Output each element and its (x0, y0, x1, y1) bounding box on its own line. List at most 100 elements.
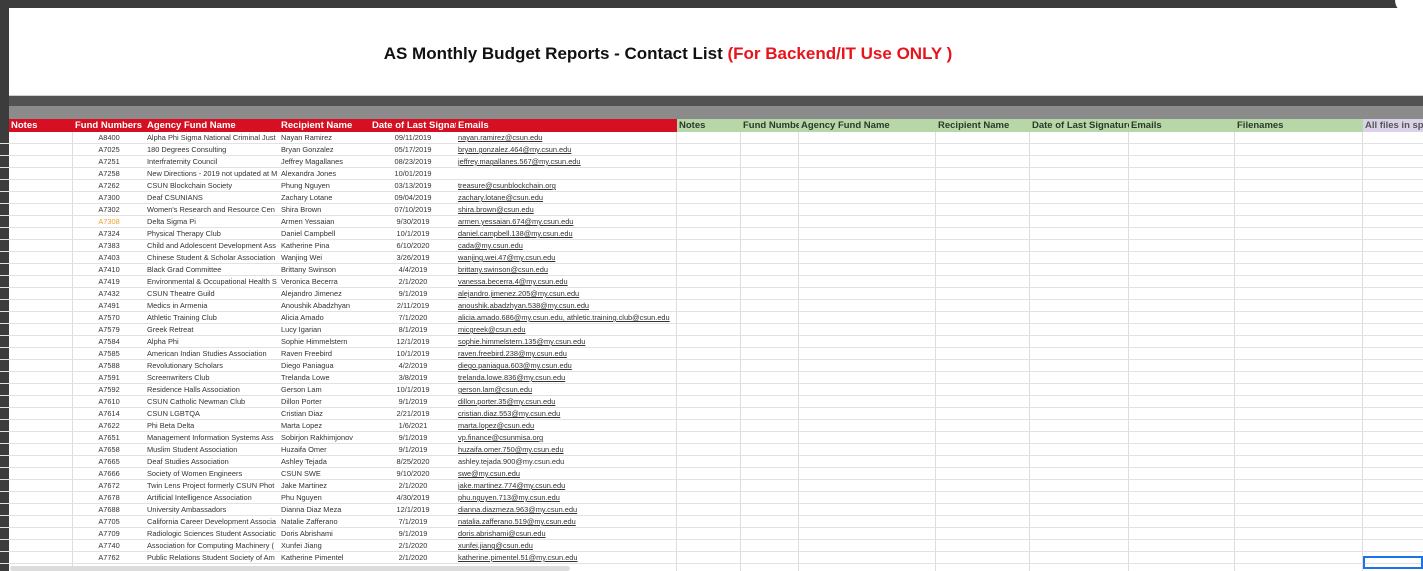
cell-date-last-signature[interactable]: 9/1/2019 (370, 444, 456, 456)
header-date-last-signature[interactable]: Date of Last Signature (370, 119, 456, 132)
cell-agency-fund-name[interactable]: California Career Development Associa (145, 516, 279, 528)
cell-agency-fund-name[interactable]: CSUN Catholic Newman Club (145, 396, 279, 408)
cell-notes[interactable] (9, 408, 72, 420)
cell-recipient-name[interactable]: Marta Lopez (279, 420, 370, 432)
cell-email[interactable]: shira.brown@csun.edu (456, 204, 677, 216)
cell-notes[interactable] (9, 168, 72, 180)
cell-agency-fund-name[interactable]: Deaf Studies Association (145, 456, 279, 468)
cell-email[interactable]: raven.freebird.238@my.csun.edu (456, 348, 677, 360)
cell-notes[interactable] (9, 300, 72, 312)
cell-date-last-signature[interactable]: 9/10/2020 (370, 468, 456, 480)
cell-fund-number[interactable]: A7678 (73, 492, 145, 504)
cell-agency-fund-name[interactable]: CSUN LGBTQA (145, 408, 279, 420)
cell-fund-number[interactable]: A8400 (73, 132, 145, 144)
cell-fund-number[interactable]: A7432 (73, 288, 145, 300)
cell-notes[interactable] (9, 288, 72, 300)
cell-agency-fund-name[interactable]: Deaf CSUNIANS (145, 192, 279, 204)
cell-notes[interactable] (9, 540, 72, 552)
cell-notes[interactable] (9, 480, 72, 492)
header-agency-fund-name[interactable]: Agency Fund Name (145, 119, 279, 132)
cell-date-last-signature[interactable]: 08/23/2019 (370, 156, 456, 168)
cell-email[interactable]: diego.paniagua.603@my.csun.edu (456, 360, 677, 372)
cell-agency-fund-name[interactable]: University Ambassadors (145, 504, 279, 516)
cell-fund-number[interactable]: A7491 (73, 300, 145, 312)
cell-notes[interactable] (9, 252, 72, 264)
cell-date-last-signature[interactable]: 7/1/2019 (370, 516, 456, 528)
cell-recipient-name[interactable]: Trelanda Lowe (279, 372, 370, 384)
cell-recipient-name[interactable]: Xunfei Jiang (279, 540, 370, 552)
cell-notes[interactable] (9, 360, 72, 372)
header-all-files[interactable]: All files in sp (1363, 119, 1423, 132)
cell-date-last-signature[interactable]: 3/26/2019 (370, 252, 456, 264)
cell-recipient-name[interactable]: Veronica Becerra (279, 276, 370, 288)
cell-notes[interactable] (9, 324, 72, 336)
cell-agency-fund-name[interactable]: Athletic Training Club (145, 312, 279, 324)
cell-recipient-name[interactable]: Natalie Zafferano (279, 516, 370, 528)
cell-agency-fund-name[interactable]: Artificial Intelligence Association (145, 492, 279, 504)
header-emails[interactable]: Emails (456, 119, 677, 132)
cell-notes[interactable] (9, 264, 72, 276)
cell-notes[interactable] (9, 348, 72, 360)
cell-fund-number[interactable]: A7614 (73, 408, 145, 420)
cell-email[interactable]: jeffrey.magallanes.567@my.csun.edu (456, 156, 677, 168)
cell-email[interactable]: anoushik.abadzhyan.538@my.csun.edu (456, 300, 677, 312)
cell-recipient-name[interactable]: Phu Nguyen (279, 492, 370, 504)
cell-email[interactable]: bryan.gonzalez.464@my.csun.edu (456, 144, 677, 156)
cell-agency-fund-name[interactable]: Alpha Phi Sigma National Criminal Just (145, 132, 279, 144)
cell-date-last-signature[interactable]: 9/30/2019 (370, 216, 456, 228)
cell-date-last-signature[interactable]: 4/4/2019 (370, 264, 456, 276)
cell-fund-number[interactable]: A7025 (73, 144, 145, 156)
cell-agency-fund-name[interactable]: Residence Halls Association (145, 384, 279, 396)
cell-recipient-name[interactable]: Gerson Lam (279, 384, 370, 396)
cell-fund-number[interactable]: A7592 (73, 384, 145, 396)
cell-email[interactable]: wanjing.wei.47@my.csun.edu (456, 252, 677, 264)
cell-agency-fund-name[interactable]: Twin Lens Project formerly CSUN Phot (145, 480, 279, 492)
cell-date-last-signature[interactable]: 2/1/2020 (370, 276, 456, 288)
cell-fund-number[interactable]: A7651 (73, 432, 145, 444)
cell-recipient-name[interactable]: Bryan Gonzalez (279, 144, 370, 156)
horizontal-scrollbar[interactable] (10, 566, 570, 571)
cell-email[interactable]: vanessa.becerra.4@my.csun.edu (456, 276, 677, 288)
cell-recipient-name[interactable]: Jake Martinez (279, 480, 370, 492)
cell-date-last-signature[interactable]: 6/10/2020 (370, 240, 456, 252)
cell-fund-number[interactable]: A7579 (73, 324, 145, 336)
cell-agency-fund-name[interactable]: Radiologic Sciences Student Associatic (145, 528, 279, 540)
cell-fund-number[interactable]: A7403 (73, 252, 145, 264)
cell-notes[interactable] (9, 504, 72, 516)
cell-fund-number[interactable]: A7262 (73, 180, 145, 192)
cell-notes[interactable] (9, 156, 72, 168)
cell-agency-fund-name[interactable]: Black Grad Committee (145, 264, 279, 276)
cell-recipient-name[interactable]: Phung Nguyen (279, 180, 370, 192)
cell-agency-fund-name[interactable]: 180 Degrees Consulting (145, 144, 279, 156)
cell-recipient-name[interactable]: Jeffrey Magallanes (279, 156, 370, 168)
cell-date-last-signature[interactable]: 09/11/2019 (370, 132, 456, 144)
cell-agency-fund-name[interactable]: American Indian Studies Association (145, 348, 279, 360)
header-date-last-signature-2[interactable]: Date of Last Signature (1030, 119, 1129, 132)
cell-agency-fund-name[interactable]: CSUN Blockchain Society (145, 180, 279, 192)
cell-date-last-signature[interactable]: 4/30/2019 (370, 492, 456, 504)
cell-recipient-name[interactable]: Raven Freebird (279, 348, 370, 360)
cell-fund-number[interactable]: A7762 (73, 552, 145, 564)
cell-date-last-signature[interactable]: 2/1/2020 (370, 480, 456, 492)
cell-fund-number[interactable]: A7302 (73, 204, 145, 216)
header-emails-2[interactable]: Emails (1129, 119, 1235, 132)
cell-recipient-name[interactable]: Ashley Tejada (279, 456, 370, 468)
cell-date-last-signature[interactable]: 12/1/2019 (370, 336, 456, 348)
cell-recipient-name[interactable]: Dianna Diaz Meza (279, 504, 370, 516)
cell-fund-number[interactable]: A7585 (73, 348, 145, 360)
cell-email[interactable]: sophie.himmelstern.135@my.csun.edu (456, 336, 677, 348)
cell-recipient-name[interactable]: Huzaifa Omer (279, 444, 370, 456)
cell-date-last-signature[interactable]: 2/1/2020 (370, 552, 456, 564)
cell-recipient-name[interactable]: Katherine Pimentel (279, 552, 370, 564)
cell-email[interactable]: huzaifa.omer.750@my.csun.edu (456, 444, 677, 456)
header-agency-fund-name-2[interactable]: Agency Fund Name (799, 119, 936, 132)
cell-recipient-name[interactable]: Sophie Himmelstern (279, 336, 370, 348)
cell-notes[interactable] (9, 192, 72, 204)
cell-email[interactable]: katherine.pimentel.51@my.csun.edu (456, 552, 677, 564)
cell-notes[interactable] (9, 132, 72, 144)
cell-email[interactable]: armen.yessaian.674@my.csun.edu (456, 216, 677, 228)
cell-notes[interactable] (9, 552, 72, 564)
cell-fund-number[interactable]: A7300 (73, 192, 145, 204)
cell-fund-number[interactable]: A7308 (73, 216, 145, 228)
cell-email[interactable]: swe@my.csun.edu (456, 468, 677, 480)
